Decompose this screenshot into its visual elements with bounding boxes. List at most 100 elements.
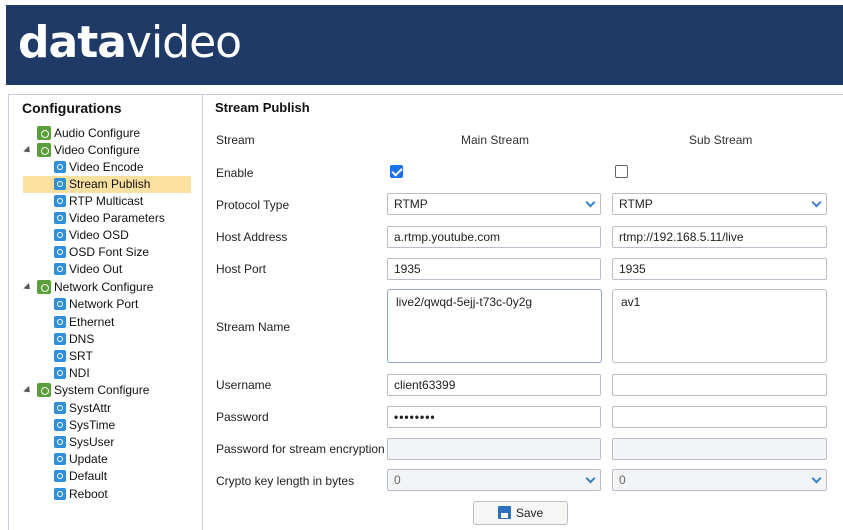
tree-item-video-encode[interactable]: Video Encode: [54, 159, 144, 176]
sub-stream-name-textarea[interactable]: av1: [612, 289, 827, 363]
sub-password-input[interactable]: [612, 406, 827, 428]
tree-item-label: Video Parameters: [69, 211, 165, 225]
tree-item-systattr[interactable]: SystAttr: [54, 400, 111, 417]
sub-host-port-input[interactable]: 1935: [612, 258, 827, 280]
expand-toggle-icon[interactable]: [23, 282, 33, 293]
tree-item-system-configure[interactable]: System Configure: [23, 382, 149, 399]
tree-item-label: SysUser: [69, 435, 115, 449]
password-label: Password: [216, 410, 269, 424]
main-password-input[interactable]: ••••••••: [387, 406, 601, 428]
tree-item-label: Video Out: [69, 262, 123, 276]
tree-item-audio-configure[interactable]: Audio Configure: [37, 125, 140, 142]
sub-host-address-input[interactable]: rtmp://192.168.5.11/live: [612, 226, 827, 248]
gear-icon: [54, 195, 66, 207]
host-address-label: Host Address: [216, 230, 288, 244]
tree-item-network-configure[interactable]: Network Configure: [23, 279, 153, 296]
logo-bold-text: data: [18, 17, 127, 68]
expand-toggle-icon[interactable]: [23, 145, 33, 156]
main-enable-checkbox[interactable]: [390, 165, 403, 178]
tree-item-network-port[interactable]: Network Port: [54, 296, 138, 313]
gear-icon: [54, 453, 66, 465]
protocol-type-label: Protocol Type: [216, 198, 290, 212]
tree-item-update[interactable]: Update: [54, 451, 108, 468]
main-host-address-input[interactable]: a.rtmp.youtube.com: [387, 226, 601, 248]
tree-item-stream-publish[interactable]: Stream Publish: [23, 176, 191, 193]
encryption-password-label: Password for stream encryption: [216, 442, 385, 456]
sub-username-input[interactable]: [612, 374, 827, 396]
gear-icon: [54, 470, 66, 482]
tree-item-label: Video Encode: [69, 160, 144, 174]
tree-item-label: Default: [69, 469, 108, 483]
tree-item-label: DNS: [69, 332, 95, 346]
main-protocol-value: RTMP: [394, 197, 428, 211]
tree-item-srt[interactable]: SRT: [54, 348, 93, 365]
sub-protocol-select[interactable]: RTMP: [612, 193, 827, 215]
gear-icon: [54, 178, 66, 190]
tree-item-osd-font-size[interactable]: OSD Font Size: [54, 244, 149, 261]
folder-gear-icon: [37, 280, 51, 294]
expand-toggle-icon[interactable]: [23, 385, 33, 396]
tree-item-sysuser[interactable]: SysUser: [54, 434, 114, 451]
tree-item-reboot[interactable]: Reboot: [54, 486, 108, 503]
save-button-label: Save: [515, 506, 544, 520]
brand-logo: datavideo: [18, 15, 242, 71]
gear-icon: [54, 333, 66, 345]
sub-crypto-value: 0: [619, 473, 626, 487]
stream-name-label: Stream Name: [216, 320, 291, 334]
sub-protocol-value: RTMP: [619, 197, 653, 211]
gear-icon: [54, 350, 66, 362]
tree-item-video-configure[interactable]: Video Configure: [23, 142, 140, 159]
page-title: Stream Publish: [215, 100, 310, 115]
gear-icon: [54, 212, 66, 224]
tree-item-label: Ethernet: [69, 315, 115, 329]
sidebar-title: Configurations: [22, 100, 122, 116]
gear-icon: [54, 419, 66, 431]
gear-icon: [54, 488, 66, 500]
chevron-down-icon: [811, 197, 822, 208]
app-header: datavideo: [6, 5, 843, 85]
tree-item-video-parameters[interactable]: Video Parameters: [54, 210, 165, 227]
sub-crypto-key-select[interactable]: 0: [612, 469, 827, 491]
tree-item-default[interactable]: Default: [54, 468, 107, 485]
main-encryption-password-input[interactable]: [387, 438, 601, 460]
tree-item-video-osd[interactable]: Video OSD: [54, 227, 129, 244]
sub-encryption-password-input[interactable]: [612, 438, 827, 460]
chevron-down-icon: [811, 473, 822, 484]
floppy-disk-icon: [497, 506, 511, 519]
sub-enable-checkbox[interactable]: [615, 165, 628, 178]
main-username-input[interactable]: client63399: [387, 374, 601, 396]
folder-gear-icon: [37, 143, 51, 157]
main-crypto-key-select[interactable]: 0: [387, 469, 601, 491]
tree-item-rtp-multicast[interactable]: RTP Multicast: [54, 193, 143, 210]
main-host-port-input[interactable]: 1935: [387, 258, 601, 280]
enable-label: Enable: [216, 166, 254, 180]
tree-item-video-out[interactable]: Video Out: [54, 261, 122, 278]
tree-item-label: Network Port: [69, 297, 139, 311]
gear-icon: [54, 161, 66, 173]
logo-light-text: video: [125, 17, 242, 68]
tree-item-ethernet[interactable]: Ethernet: [54, 314, 114, 331]
tree-item-label: SysTime: [69, 418, 116, 432]
folder-gear-icon: [37, 126, 51, 140]
main-stream-name-textarea[interactable]: live2/qwqd-5ejj-t73c-0y2g: [387, 289, 602, 363]
gear-icon: [54, 263, 66, 275]
host-port-label: Host Port: [216, 262, 267, 276]
tree-item-label: Update: [69, 452, 108, 466]
tree-item-ndi[interactable]: NDI: [54, 365, 90, 382]
crypto-key-length-label: Crypto key length in bytes: [216, 474, 355, 488]
tree-item-label: OSD Font Size: [69, 245, 150, 259]
gear-icon: [54, 436, 66, 448]
gear-icon: [54, 246, 66, 258]
tree-item-label: SRT: [69, 349, 93, 363]
stream-label: Stream: [216, 133, 255, 147]
tree-item-dns[interactable]: DNS: [54, 331, 94, 348]
sub-stream-header: Sub Stream: [689, 133, 753, 147]
tree-item-label: Audio Configure: [54, 126, 141, 140]
tree-item-label: Stream Publish: [69, 177, 151, 191]
main-protocol-select[interactable]: RTMP: [387, 193, 601, 215]
tree-item-systime[interactable]: SysTime: [54, 417, 115, 434]
gear-icon: [54, 229, 66, 241]
save-button[interactable]: Save: [473, 501, 568, 525]
folder-gear-icon: [37, 383, 51, 397]
tree-item-label: RTP Multicast: [69, 194, 144, 208]
